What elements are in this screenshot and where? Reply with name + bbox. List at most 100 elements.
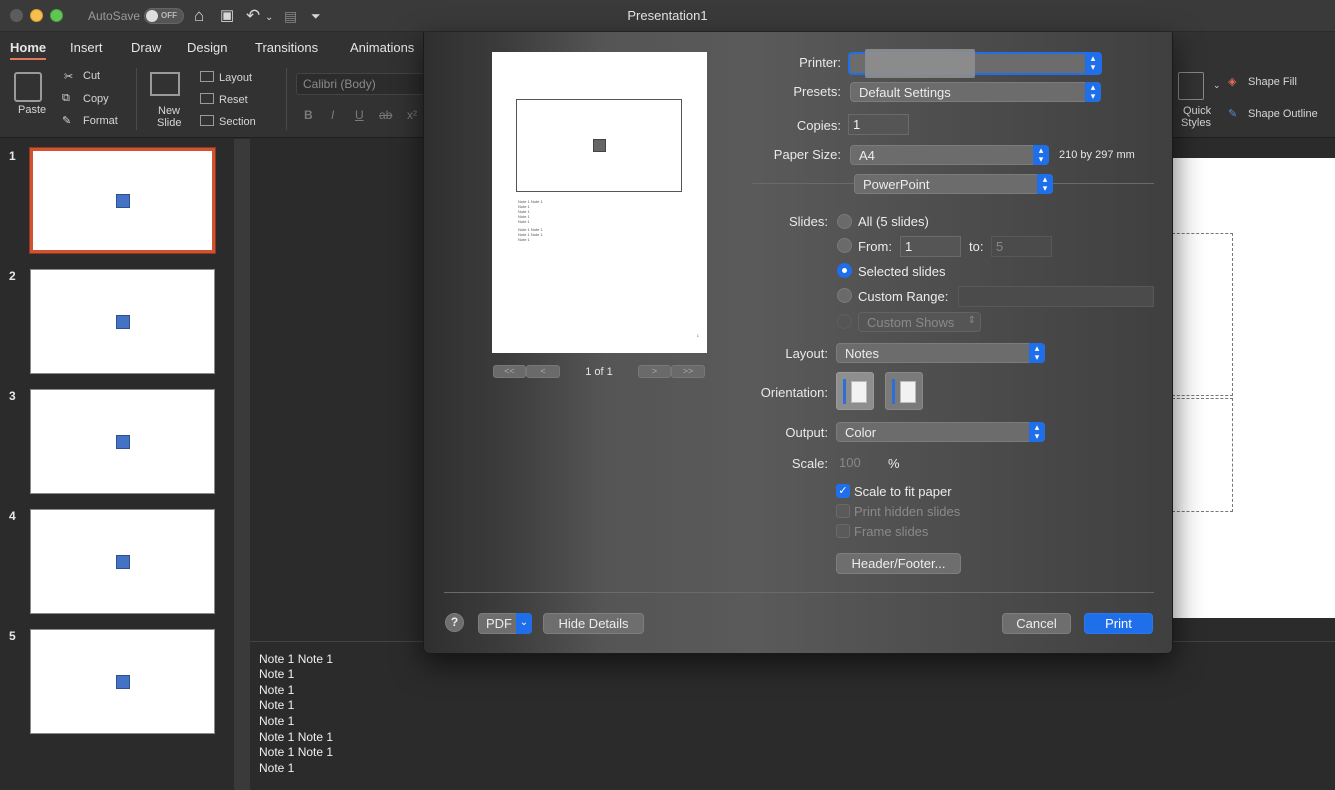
copy-button[interactable]: Copy (83, 93, 109, 105)
quick-styles-dropdown-icon[interactable]: ⌄ (1213, 80, 1221, 91)
title-placeholder[interactable] (1172, 233, 1233, 396)
slide-thumbnail-2[interactable] (30, 269, 215, 374)
italic-button[interactable]: I (331, 108, 334, 122)
help-button[interactable]: ? (445, 613, 464, 632)
section-button[interactable]: Section (200, 115, 256, 128)
scale-to-fit-label[interactable]: Scale to fit paper (854, 484, 952, 499)
landscape-orientation-button[interactable] (885, 372, 923, 410)
scale-to-fit-checkbox[interactable]: ✓ (836, 484, 850, 498)
print-hidden-checkbox[interactable] (836, 504, 850, 518)
tab-insert[interactable]: Insert (70, 40, 103, 55)
layout-icon (200, 71, 214, 82)
new-slide-label-2[interactable]: Slide (157, 117, 181, 129)
slide-number: 5 (9, 629, 16, 643)
superscript-button[interactable]: x² (407, 108, 417, 122)
paste-button[interactable]: Paste (18, 104, 46, 116)
notes-pane[interactable]: Note 1 Note 1 Note 1 Note 1 Note 1 Note … (250, 641, 1335, 790)
paper-size-select[interactable]: A4 ▴ ▾ (850, 145, 1049, 165)
layout-button[interactable]: Layout (200, 71, 252, 84)
preview-slide (516, 99, 682, 192)
slides-custom-range-input[interactable] (958, 286, 1154, 307)
cut-button[interactable]: Cut (83, 70, 100, 82)
strikethrough-button[interactable]: ab (379, 108, 392, 122)
format-painter-icon[interactable]: ✎ (62, 114, 71, 127)
tab-transitions[interactable]: Transitions (255, 40, 318, 55)
slide-thumbnail-1[interactable] (29, 147, 216, 254)
landscape-page-icon (900, 381, 916, 403)
pdf-menu-button[interactable]: PDF ⌄ (478, 613, 532, 634)
layout-select[interactable]: Notes ▴ ▾ (836, 343, 1045, 363)
slide-number: 2 (9, 269, 16, 283)
slides-from-radio[interactable] (837, 238, 852, 253)
shape-outline-icon[interactable]: ✎ (1228, 107, 1237, 120)
font-name-select[interactable]: Calibri (Body) (296, 73, 426, 95)
reset-button[interactable]: Reset (200, 93, 248, 106)
slides-all-radio[interactable] (837, 214, 852, 229)
underline-button[interactable]: U (355, 108, 364, 122)
slides-from-input[interactable]: 1 (900, 236, 961, 257)
portrait-arrow-icon (843, 379, 846, 404)
slides-selected-radio[interactable] (837, 263, 852, 278)
output-select[interactable]: Color ▴ ▾ (836, 422, 1045, 442)
print-button[interactable]: Print (1084, 613, 1153, 634)
frame-slides-label[interactable]: Frame slides (854, 524, 928, 539)
tab-home[interactable]: Home (10, 40, 46, 55)
last-page-button[interactable]: >> (671, 365, 705, 378)
scale-input[interactable]: 100 (835, 453, 881, 474)
print-hidden-label[interactable]: Print hidden slides (854, 504, 960, 519)
shape-fill-button[interactable]: Shape Fill (1248, 76, 1297, 88)
tab-draw[interactable]: Draw (131, 40, 161, 55)
note-line: Note 1 (259, 761, 295, 775)
slide-thumbnail-5[interactable] (30, 629, 215, 734)
shape-outline-button[interactable]: Shape Outline (1248, 108, 1318, 120)
frame-slides-checkbox[interactable] (836, 524, 850, 538)
header-footer-button[interactable]: Header/Footer... (836, 553, 961, 574)
pdf-label: PDF (486, 616, 512, 631)
custom-shows-value: Custom Shows (867, 315, 955, 330)
copies-input[interactable]: 1 (848, 114, 909, 135)
portrait-orientation-button[interactable] (836, 372, 874, 410)
note-line: Note 1 (259, 698, 295, 712)
quick-styles-icon[interactable] (1178, 72, 1204, 100)
previous-page-button[interactable]: < (526, 365, 560, 378)
note-line: Note 1 Note 1 (259, 745, 334, 759)
printer-select-arrows-icon: ▴ ▾ (1085, 53, 1101, 74)
slides-custom-range-label[interactable]: Custom Range: (858, 289, 948, 304)
content-placeholder[interactable] (1172, 398, 1233, 512)
slide-thumbnail-4[interactable] (30, 509, 215, 614)
slide-thumbnail-3[interactable] (30, 389, 215, 494)
output-value: Color (845, 425, 877, 440)
tab-animations[interactable]: Animations (350, 40, 414, 55)
custom-shows-select[interactable]: Custom Shows ⇕ (858, 312, 981, 332)
print-preview-page: Note 1 Note 1 Note 1 Note 1 Note 1 Note … (492, 52, 707, 353)
tab-design[interactable]: Design (187, 40, 227, 55)
slides-selected-label[interactable]: Selected slides (858, 264, 945, 279)
new-slide-icon[interactable] (150, 72, 180, 96)
thumbnails-scrollbar[interactable] (234, 139, 250, 790)
app-section-arrows-icon: ▴ ▾ (1037, 174, 1053, 194)
first-page-button[interactable]: << (493, 365, 526, 378)
copy-icon[interactable]: ⧉ (62, 92, 70, 105)
cut-icon[interactable]: ✂ (64, 70, 73, 83)
slides-from-label[interactable]: From: (858, 239, 892, 254)
preview-note-line: Note 1 (518, 219, 530, 224)
next-page-button[interactable]: > (638, 365, 671, 378)
paste-icon[interactable] (14, 72, 42, 102)
slides-custom-range-radio[interactable] (837, 288, 852, 303)
format-painter-button[interactable]: Format (83, 115, 118, 127)
hide-details-button[interactable]: Hide Details (543, 613, 644, 634)
slides-to-input[interactable]: 5 (991, 236, 1052, 257)
slides-custom-shows-radio[interactable] (837, 314, 852, 329)
bold-button[interactable]: B (304, 108, 313, 122)
quick-styles-label-1[interactable]: Quick (1183, 105, 1211, 117)
app-section-select[interactable]: PowerPoint ▴ ▾ (854, 174, 1053, 194)
portrait-page-icon (851, 381, 867, 403)
title-bar: AutoSave OFF ⌂ ▣ ↶ ⌄ ▤ ⏷ Presentation1 (0, 0, 1335, 32)
shape-fill-icon[interactable]: ◈ (1228, 75, 1236, 88)
slides-all-label[interactable]: All (5 slides) (858, 214, 929, 229)
quick-styles-label-2[interactable]: Styles (1181, 117, 1211, 129)
cancel-button[interactable]: Cancel (1002, 613, 1071, 634)
new-slide-label-1[interactable]: New (158, 105, 180, 117)
presets-select[interactable]: Default Settings ▴ ▾ (850, 82, 1101, 102)
note-line: Note 1 Note 1 (259, 730, 334, 744)
